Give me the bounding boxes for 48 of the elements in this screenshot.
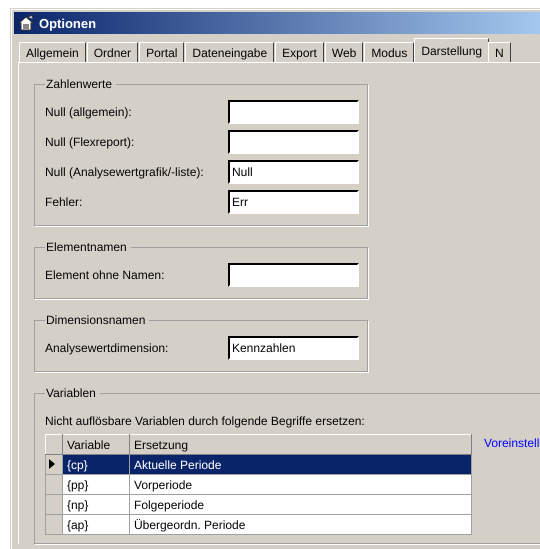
row-header — [46, 494, 62, 514]
table-cell: Folgeperiode — [130, 494, 472, 514]
field-label: Fehler: — [45, 195, 84, 209]
tab[interactable]: Dateneingabe — [185, 42, 274, 62]
house-icon — [18, 15, 34, 31]
row-header — [46, 474, 62, 494]
tab[interactable]: N — [488, 42, 511, 62]
field-label: Null (allgemein): — [45, 105, 133, 119]
row-pointer-icon — [49, 458, 55, 468]
column-header[interactable]: Variable — [62, 434, 130, 454]
tab[interactable]: Modus — [364, 42, 414, 62]
input-field[interactable]: Kennzahlen — [228, 336, 359, 360]
tab[interactable]: Allgemein — [19, 42, 86, 62]
row-header — [46, 434, 62, 454]
table-row[interactable]: {cp} Aktuelle Periode — [46, 454, 472, 474]
table-cell: {np} — [62, 494, 130, 514]
table-row[interactable]: {pp} Vorperiode — [46, 474, 472, 494]
table-row[interactable]: {np} Folgeperiode — [46, 494, 472, 514]
table-row[interactable]: {ap} Übergeordn. Periode — [46, 514, 472, 534]
table-cell: Übergeordn. Periode — [130, 514, 472, 534]
group-title: Dimensionsnamen — [45, 313, 146, 327]
table-cell: {cp} — [62, 454, 130, 474]
window-title: Optionen — [14, 12, 540, 34]
field-label: Null (Flexreport): — [45, 135, 136, 149]
input-field[interactable]: Null — [228, 160, 359, 184]
table-cell: Aktuelle Periode — [130, 454, 472, 474]
tab[interactable]: Ordner — [86, 42, 138, 62]
table-cell: Vorperiode — [130, 474, 472, 494]
tab[interactable]: Darstellung — [414, 38, 490, 62]
tab[interactable]: Portal — [139, 42, 184, 62]
tab[interactable]: Web — [324, 42, 364, 62]
table-cell: {ap} — [62, 514, 130, 534]
row-header — [46, 514, 62, 534]
description-text: Nicht auflösbare Variablen durch folgende Begriffe ersetzen: — [45, 414, 366, 428]
defaults-link[interactable]: Voreinstell — [484, 436, 540, 450]
tab[interactable]: Export — [275, 42, 324, 62]
field-label: Null (Analysewertgrafik/-liste): — [45, 165, 205, 179]
field-label: Element ohne Namen: — [45, 268, 166, 282]
input-field[interactable]: Err — [228, 190, 359, 214]
group-title: Elementnamen — [45, 240, 128, 254]
group-title: Zahlenwerte — [45, 77, 114, 91]
group-title: Variablen — [45, 386, 97, 400]
input-field[interactable] — [228, 130, 359, 154]
field-label: Analysewertdimension: — [45, 341, 170, 355]
input-field[interactable] — [228, 263, 359, 287]
table-cell: {pp} — [62, 474, 130, 494]
column-header[interactable]: Ersetzung — [130, 434, 472, 454]
input-field[interactable] — [228, 100, 359, 124]
